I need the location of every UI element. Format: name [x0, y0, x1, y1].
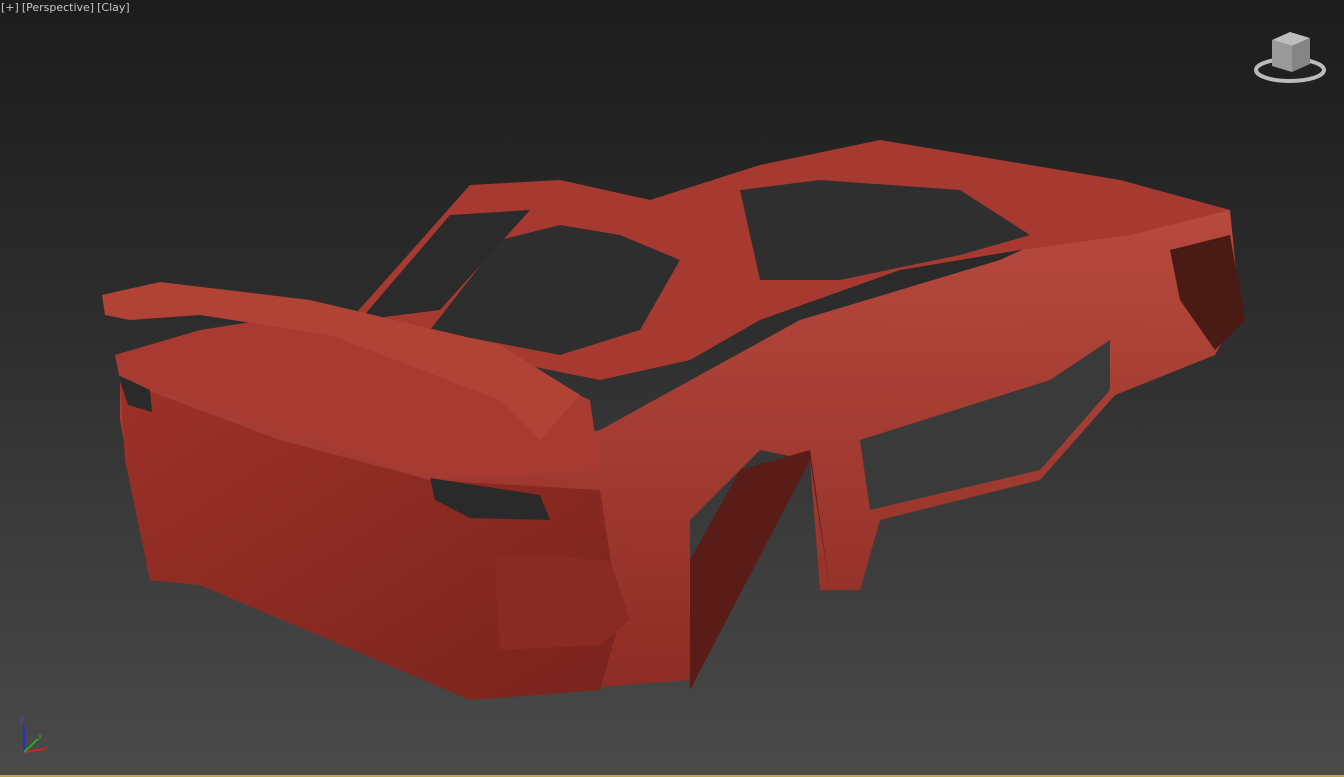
axis-z-label: z [20, 715, 24, 724]
car-body-model[interactable] [0, 0, 1344, 777]
axis-y-label: y [38, 732, 42, 740]
axis-gizmo: z x y [14, 712, 54, 762]
viewcube-cube-icon [1272, 32, 1310, 72]
viewcube[interactable] [1252, 28, 1330, 88]
exhaust-vent [495, 555, 630, 650]
axis-x-label: x [44, 744, 48, 752]
